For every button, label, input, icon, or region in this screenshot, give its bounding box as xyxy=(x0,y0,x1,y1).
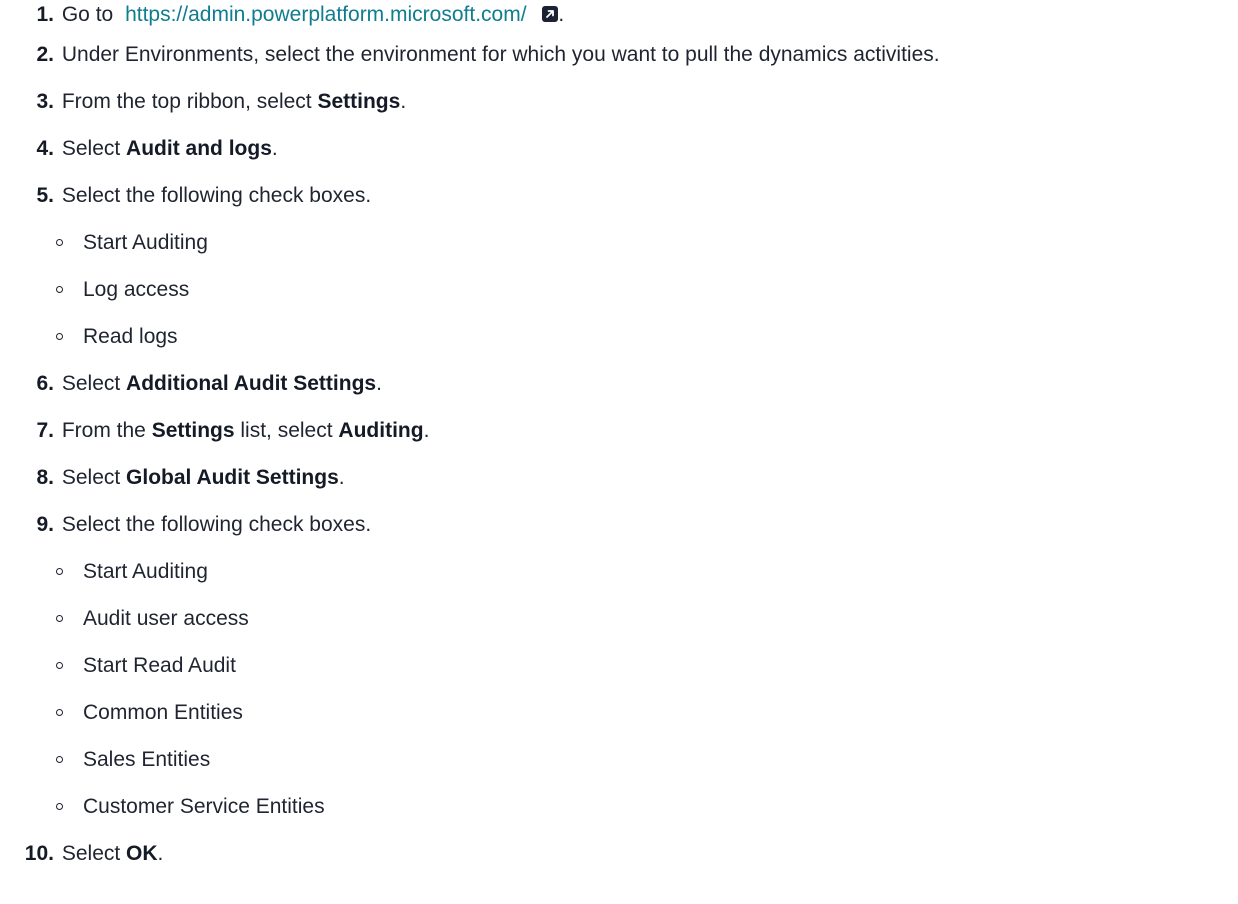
audit-and-logs-label: Audit and logs xyxy=(126,137,272,160)
step-number: 7. xyxy=(36,419,54,442)
bullet-icon xyxy=(56,286,63,293)
sub-item-label: Log access xyxy=(83,278,190,301)
ok-label: OK xyxy=(126,842,158,865)
step-2: 2. Under Environments, select the enviro… xyxy=(0,40,940,70)
sub-item-label: Sales Entities xyxy=(83,748,211,771)
bullet-icon xyxy=(56,756,63,763)
step-number: 8. xyxy=(36,466,54,489)
bullet-icon xyxy=(56,662,63,669)
sub-item-label: Read logs xyxy=(83,325,178,348)
step-text: Select OK. xyxy=(62,839,164,869)
step-4: 4. Select Audit and logs. xyxy=(0,134,278,164)
step-text-post: . xyxy=(400,90,407,113)
step-1: 1. Go to https://admin.powerplatform.mic… xyxy=(0,0,564,30)
step-3: 3. From the top ribbon, select Settings. xyxy=(0,87,406,117)
step-text: Select Additional Audit Settings. xyxy=(62,369,382,399)
sub-item-label: Customer Service Entities xyxy=(83,795,325,818)
step-number: 2. xyxy=(36,43,54,66)
instructions-document: 1. Go to https://admin.powerplatform.mic… xyxy=(0,0,1238,904)
step-text: Under Environments, select the environme… xyxy=(61,43,940,66)
sub-item-label: Start Auditing xyxy=(83,560,208,583)
step-text-pre: From the top ribbon, select xyxy=(61,90,318,113)
step-text-pre: Select xyxy=(61,466,127,489)
step-text-post: . xyxy=(271,137,278,160)
step-number: 5. xyxy=(36,184,54,207)
step-5: 5. Select the following check boxes. xyxy=(0,181,371,211)
step-number: 10. xyxy=(24,842,54,865)
step-text: Go to https://admin.powerplatform.micros… xyxy=(62,0,564,30)
step-text-pre: Select xyxy=(61,842,127,865)
sub-item-label: Audit user access xyxy=(83,607,249,630)
sub-item-label: Start Read Audit xyxy=(83,654,236,677)
step-number: 9. xyxy=(36,513,54,536)
bullet-icon xyxy=(56,709,63,716)
step-text-pre: Select xyxy=(61,137,127,160)
step-text-pre: Select xyxy=(61,372,127,395)
step-text-post: . xyxy=(376,372,382,395)
step-text-post: . xyxy=(157,842,164,865)
step-8: 8. Select Global Audit Settings. xyxy=(0,463,345,493)
step-text-pre: From the xyxy=(61,419,152,442)
external-link-icon[interactable] xyxy=(542,1,559,22)
step-text-pre: Go to xyxy=(61,3,114,26)
step-text-post: . xyxy=(558,3,565,26)
step-text-mid: list, select xyxy=(234,419,339,442)
bullet-icon xyxy=(56,239,63,246)
bullet-icon xyxy=(56,333,63,340)
step-6: 6. Select Additional Audit Settings. xyxy=(0,369,382,399)
step-9: 9. Select the following check boxes. xyxy=(0,510,371,540)
settings-label: Settings xyxy=(317,90,401,113)
step-text: From the top ribbon, select Settings. xyxy=(62,87,406,117)
settings-list-label: Settings xyxy=(151,419,235,442)
step-10: 10. Select OK. xyxy=(0,839,164,869)
sub-item-label: Start Auditing xyxy=(83,231,208,254)
step-number: 1. xyxy=(36,3,54,26)
step-7: 7. From the Settings list, select Auditi… xyxy=(0,416,429,446)
step-text-post: . xyxy=(338,466,345,489)
step-number: 3. xyxy=(36,90,54,113)
additional-audit-settings-label: Additional Audit Settings xyxy=(126,372,377,395)
bullet-icon xyxy=(56,803,63,810)
step-number: 4. xyxy=(36,137,54,160)
step-text: Select the following check boxes. xyxy=(61,184,372,207)
sub-item-label: Common Entities xyxy=(83,701,243,724)
bullet-icon xyxy=(56,568,63,575)
step-text: Select the following check boxes. xyxy=(61,513,372,536)
bullet-icon xyxy=(56,615,63,622)
step-number: 6. xyxy=(36,372,54,395)
step-text: From the Settings list, select Auditing. xyxy=(62,416,430,446)
global-audit-settings-label: Global Audit Settings xyxy=(126,466,339,489)
admin-center-link[interactable]: https://admin.powerplatform.microsoft.co… xyxy=(125,3,526,26)
step-text: Select Global Audit Settings. xyxy=(62,463,345,493)
step-text-post: . xyxy=(423,419,430,442)
step-text: Select Audit and logs. xyxy=(62,134,278,164)
auditing-label: Auditing xyxy=(338,419,424,442)
